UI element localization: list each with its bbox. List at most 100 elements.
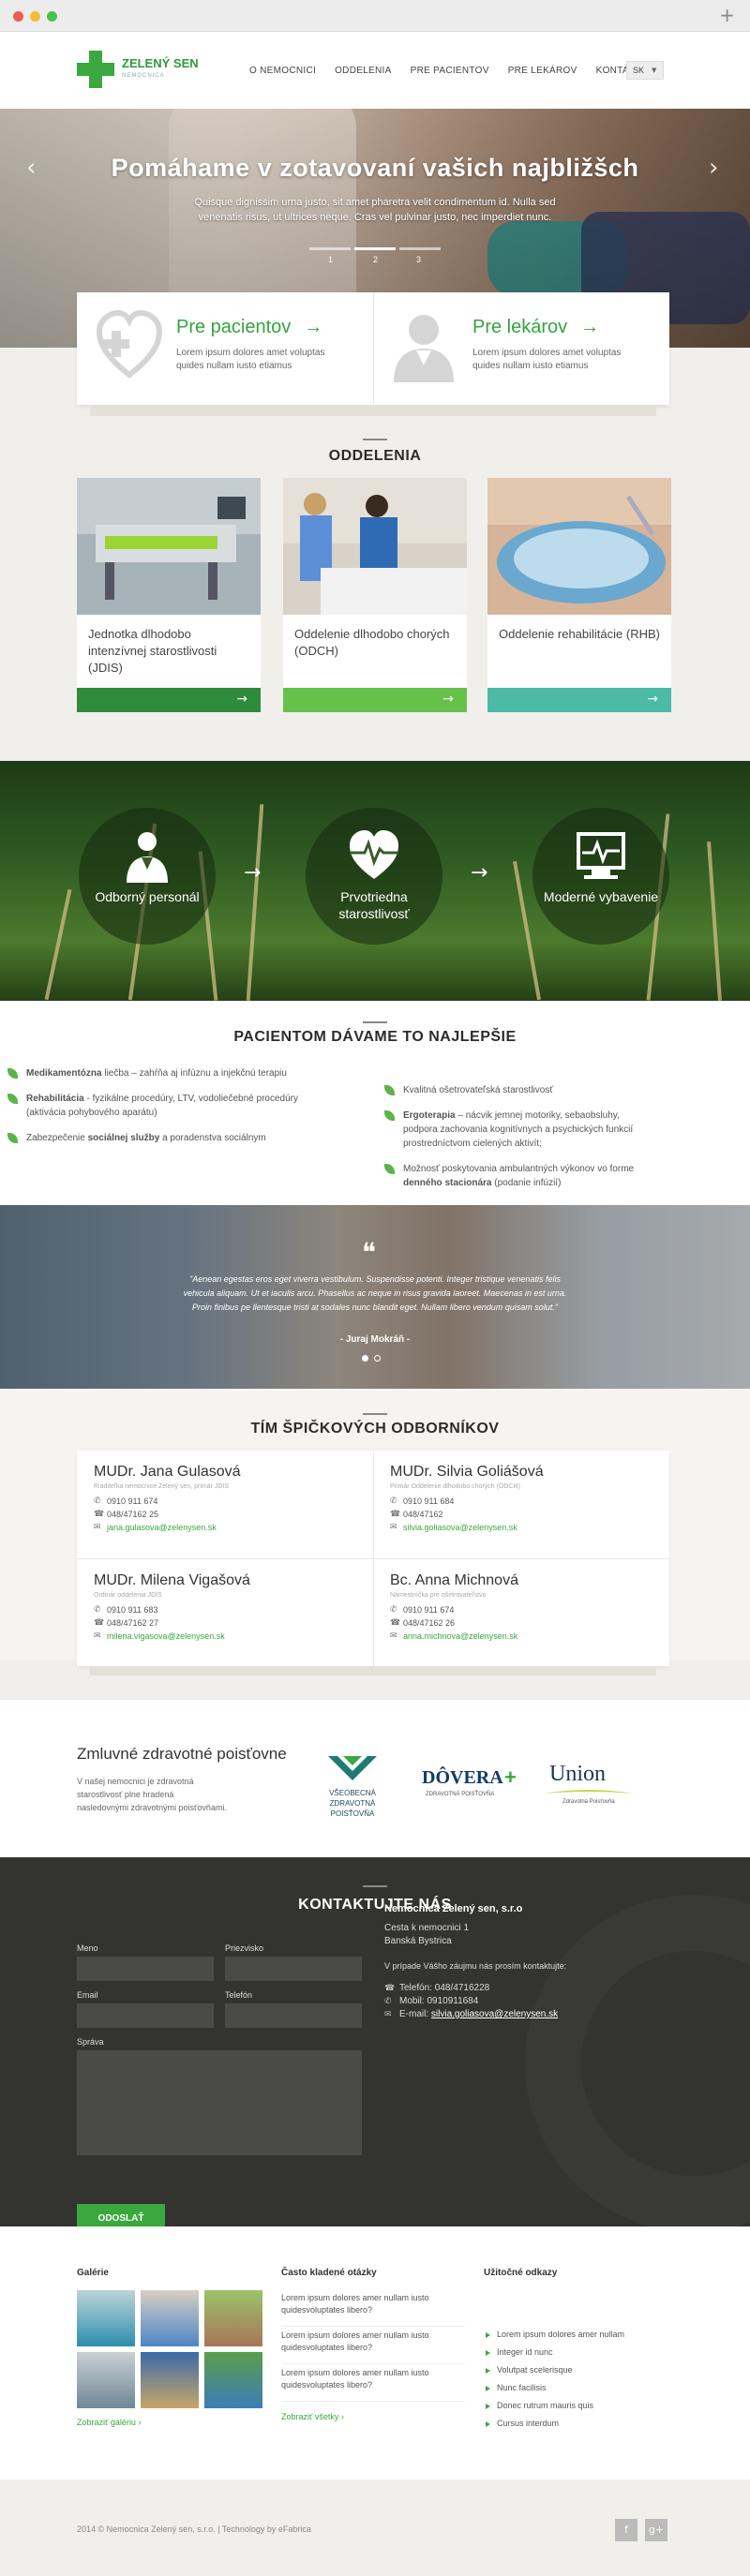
useful-link[interactable]: Nunc facilisis bbox=[484, 2379, 624, 2397]
gallery-link[interactable]: Zobraziť galériu › bbox=[77, 2418, 141, 2427]
care-list-right: Kvalitná ošetrovateľská starostlivosť Er… bbox=[384, 1083, 647, 1201]
useful-link[interactable]: Donec rutrum mauris quis bbox=[484, 2397, 624, 2415]
department-name: Oddelenie dlhodobo chorých (ODCH) bbox=[294, 627, 450, 658]
nav-item-pre-lekarov[interactable]: PRE LEKÁROV bbox=[508, 66, 578, 76]
grass-decoration bbox=[246, 804, 264, 1001]
doctor-email-value[interactable]: jana.gulasova@zelenysen.sk bbox=[107, 1523, 217, 1532]
department-photo bbox=[488, 478, 671, 615]
slider-indicator[interactable] bbox=[399, 247, 441, 250]
surname-input[interactable] bbox=[225, 1957, 362, 1981]
doctor-phone-value: 048/47162 bbox=[403, 1510, 443, 1519]
slider-prev-icon[interactable]: ‹ bbox=[26, 154, 36, 182]
doctor-email[interactable]: ✉ silvia.goliasova@zelenysen.sk bbox=[390, 1521, 671, 1534]
useful-link[interactable]: Cursus interdum bbox=[484, 2415, 624, 2433]
team-box: MUDr. Jana Gulasová Riaditeľka nemocnice… bbox=[77, 1451, 669, 1666]
phone-icon: ☎ bbox=[390, 1618, 401, 1628]
minimize-window-icon[interactable] bbox=[30, 11, 40, 22]
label-surname: Priezvisko bbox=[225, 1943, 264, 1953]
care-item: Zabezpečenie sociálnej služby a poradens… bbox=[8, 1131, 298, 1145]
pagination-dot[interactable] bbox=[362, 1355, 368, 1362]
logo-vszp[interactable]: VŠEOBECNÁ ZDRAVOTNÁ POISŤOVŇA bbox=[315, 1752, 390, 1827]
faq-title: Často kladené otázky bbox=[281, 2268, 377, 2278]
slider-number[interactable]: 3 bbox=[416, 255, 421, 264]
slider-indicator-active[interactable] bbox=[354, 247, 396, 250]
department-card-jdis[interactable]: Jednotka dlhodobo intenzívnej starostliv… bbox=[77, 478, 261, 712]
doctor-phone: ☎ 048/47162 25 bbox=[94, 1508, 375, 1521]
company-name: Nemocnica Zelený sen, s.r.o bbox=[384, 1903, 523, 1914]
doctor-email[interactable]: ✉ jana.gulasova@zelenysen.sk bbox=[94, 1521, 375, 1534]
feature-prvotriedna-starostlivost: Prvotriedna starostlivosť bbox=[306, 808, 442, 945]
close-window-icon[interactable] bbox=[13, 11, 23, 22]
department-link-bar[interactable]: → bbox=[488, 688, 671, 712]
useful-link[interactable]: Lorem ipsum dolores amer nullam bbox=[484, 2326, 624, 2344]
care-item-text: a poradenstva sociálnym bbox=[159, 1133, 266, 1143]
phone-input[interactable] bbox=[225, 2003, 362, 2028]
language-select[interactable]: SK ▼ bbox=[626, 61, 664, 80]
gallery-thumbnail[interactable] bbox=[204, 2290, 262, 2346]
nav-item-o-nemocnici[interactable]: O NEMOCNICI bbox=[249, 66, 316, 76]
language-value: SK bbox=[633, 66, 645, 75]
gallery-thumbnail[interactable] bbox=[204, 2352, 262, 2408]
gallery-thumbnail[interactable] bbox=[141, 2290, 199, 2346]
slider-next-icon[interactable]: › bbox=[709, 154, 718, 182]
name-input[interactable] bbox=[77, 1957, 214, 1981]
department-link-bar[interactable]: → bbox=[77, 688, 261, 712]
maximize-window-icon[interactable] bbox=[47, 11, 57, 22]
gallery-title: Galérie bbox=[77, 2268, 109, 2278]
doctor-role: Primár Oddelenie dlhodobo chorých (ODCH) bbox=[390, 1483, 520, 1490]
logo-subtitle: NEMOCNICA bbox=[122, 73, 165, 79]
slider-number[interactable]: 1 bbox=[328, 255, 333, 264]
email-input[interactable] bbox=[77, 2003, 214, 2028]
arrow-right-icon: → bbox=[304, 317, 323, 337]
department-name: Oddelenie rehabilitácie (RHB) bbox=[499, 627, 660, 641]
doctor-email-value[interactable]: silvia.goliasova@zelenysen.sk bbox=[403, 1523, 518, 1532]
contact-email-link[interactable]: silvia.goliasova@zelenysen.sk bbox=[431, 2009, 558, 2019]
doctor-phone-value: 048/47162 25 bbox=[107, 1510, 159, 1519]
nav-item-oddelenia[interactable]: ODDELENIA bbox=[335, 66, 392, 76]
google-plus-icon[interactable]: g+ bbox=[645, 2519, 668, 2541]
new-tab-icon[interactable]: + bbox=[719, 4, 735, 26]
mail-icon: ✉ bbox=[390, 1523, 398, 1532]
logo-union[interactable]: Union Zdravotná Poisťovňa bbox=[542, 1762, 645, 1809]
gallery-link-text[interactable]: Zobraziť galériu bbox=[77, 2418, 136, 2427]
card-text: Lorem ipsum dolores amet voluptas quides… bbox=[176, 348, 325, 371]
gallery-thumbnail[interactable] bbox=[77, 2352, 135, 2408]
arrow-right-icon: → bbox=[580, 317, 600, 337]
doctor-email-value[interactable]: milena.vigasova@zelenysen.sk bbox=[107, 1631, 225, 1641]
department-card-odch[interactable]: Oddelenie dlhodobo chorých (ODCH) → bbox=[283, 478, 467, 712]
useful-link[interactable]: Integer id nunc bbox=[484, 2344, 624, 2361]
pagination-dot[interactable] bbox=[374, 1355, 381, 1362]
faq-item[interactable]: Lorem ipsum dolores amer nullam iusto qu… bbox=[281, 2367, 465, 2402]
logo-dovera[interactable]: DÔVERA + ZDRAVOTNÁ POISŤOVŇA bbox=[422, 1765, 525, 1814]
main-nav: O NEMOCNICI ODDELENIA PRE PACIENTOV PRE … bbox=[249, 66, 648, 76]
copyright-text: 2014 © Nemocnica Zelený sen, s.r.o. | Te… bbox=[77, 2524, 311, 2534]
logo[interactable]: ZELENÝ SEN NEMOCNICA bbox=[77, 51, 227, 92]
logo-name: ZELENÝ SEN bbox=[122, 56, 199, 70]
card-title: Pre lekárov bbox=[472, 317, 568, 337]
gallery-thumbnail[interactable] bbox=[141, 2352, 199, 2408]
section-rule bbox=[363, 1413, 387, 1415]
faq-link-text[interactable]: Zobraziť všetky bbox=[281, 2412, 338, 2421]
grass-decoration bbox=[44, 888, 72, 1001]
gallery-thumbnail[interactable] bbox=[77, 2290, 135, 2346]
faq-link[interactable]: Zobraziť všetky › bbox=[281, 2412, 344, 2421]
message-textarea[interactable] bbox=[77, 2050, 362, 2155]
slider-number[interactable]: 2 bbox=[373, 255, 378, 264]
doctor-email[interactable]: ✉ milena.vigasova@zelenysen.sk bbox=[94, 1630, 375, 1643]
doctor-phone: ☎ 048/47162 bbox=[390, 1508, 671, 1521]
useful-link[interactable]: Volutpat scelerisque bbox=[484, 2361, 624, 2379]
department-card-rhb[interactable]: Oddelenie rehabilitácie (RHB) → bbox=[488, 478, 671, 712]
care-item-text: liečba – zahŕňa aj infúznu a injekčnú te… bbox=[101, 1068, 287, 1079]
faq-item[interactable]: Lorem ipsum dolores amer nullam iusto qu… bbox=[281, 2330, 465, 2364]
doctor-email[interactable]: ✉ anna.michnova@zelenysen.sk bbox=[390, 1630, 671, 1643]
faq-item[interactable]: Lorem ipsum dolores amer nullam iusto qu… bbox=[281, 2292, 465, 2327]
doctor-email-value[interactable]: anna.michnova@zelenysen.sk bbox=[403, 1631, 518, 1641]
logo-text: Union bbox=[549, 1762, 606, 1786]
audience-cards: Pre pacientov → Lorem ipsum dolores amet … bbox=[77, 292, 669, 405]
nav-item-pre-pacientov[interactable]: PRE PACIENTOV bbox=[411, 66, 489, 76]
slider-indicator[interactable] bbox=[309, 247, 351, 250]
contact-section: KONTAKTUJTE NÁS bbox=[0, 1857, 750, 2226]
department-link-bar[interactable]: → bbox=[283, 688, 467, 712]
doctor-mobile: ✆ 0910 911 674 bbox=[390, 1603, 671, 1616]
facebook-icon[interactable]: f bbox=[615, 2519, 638, 2541]
